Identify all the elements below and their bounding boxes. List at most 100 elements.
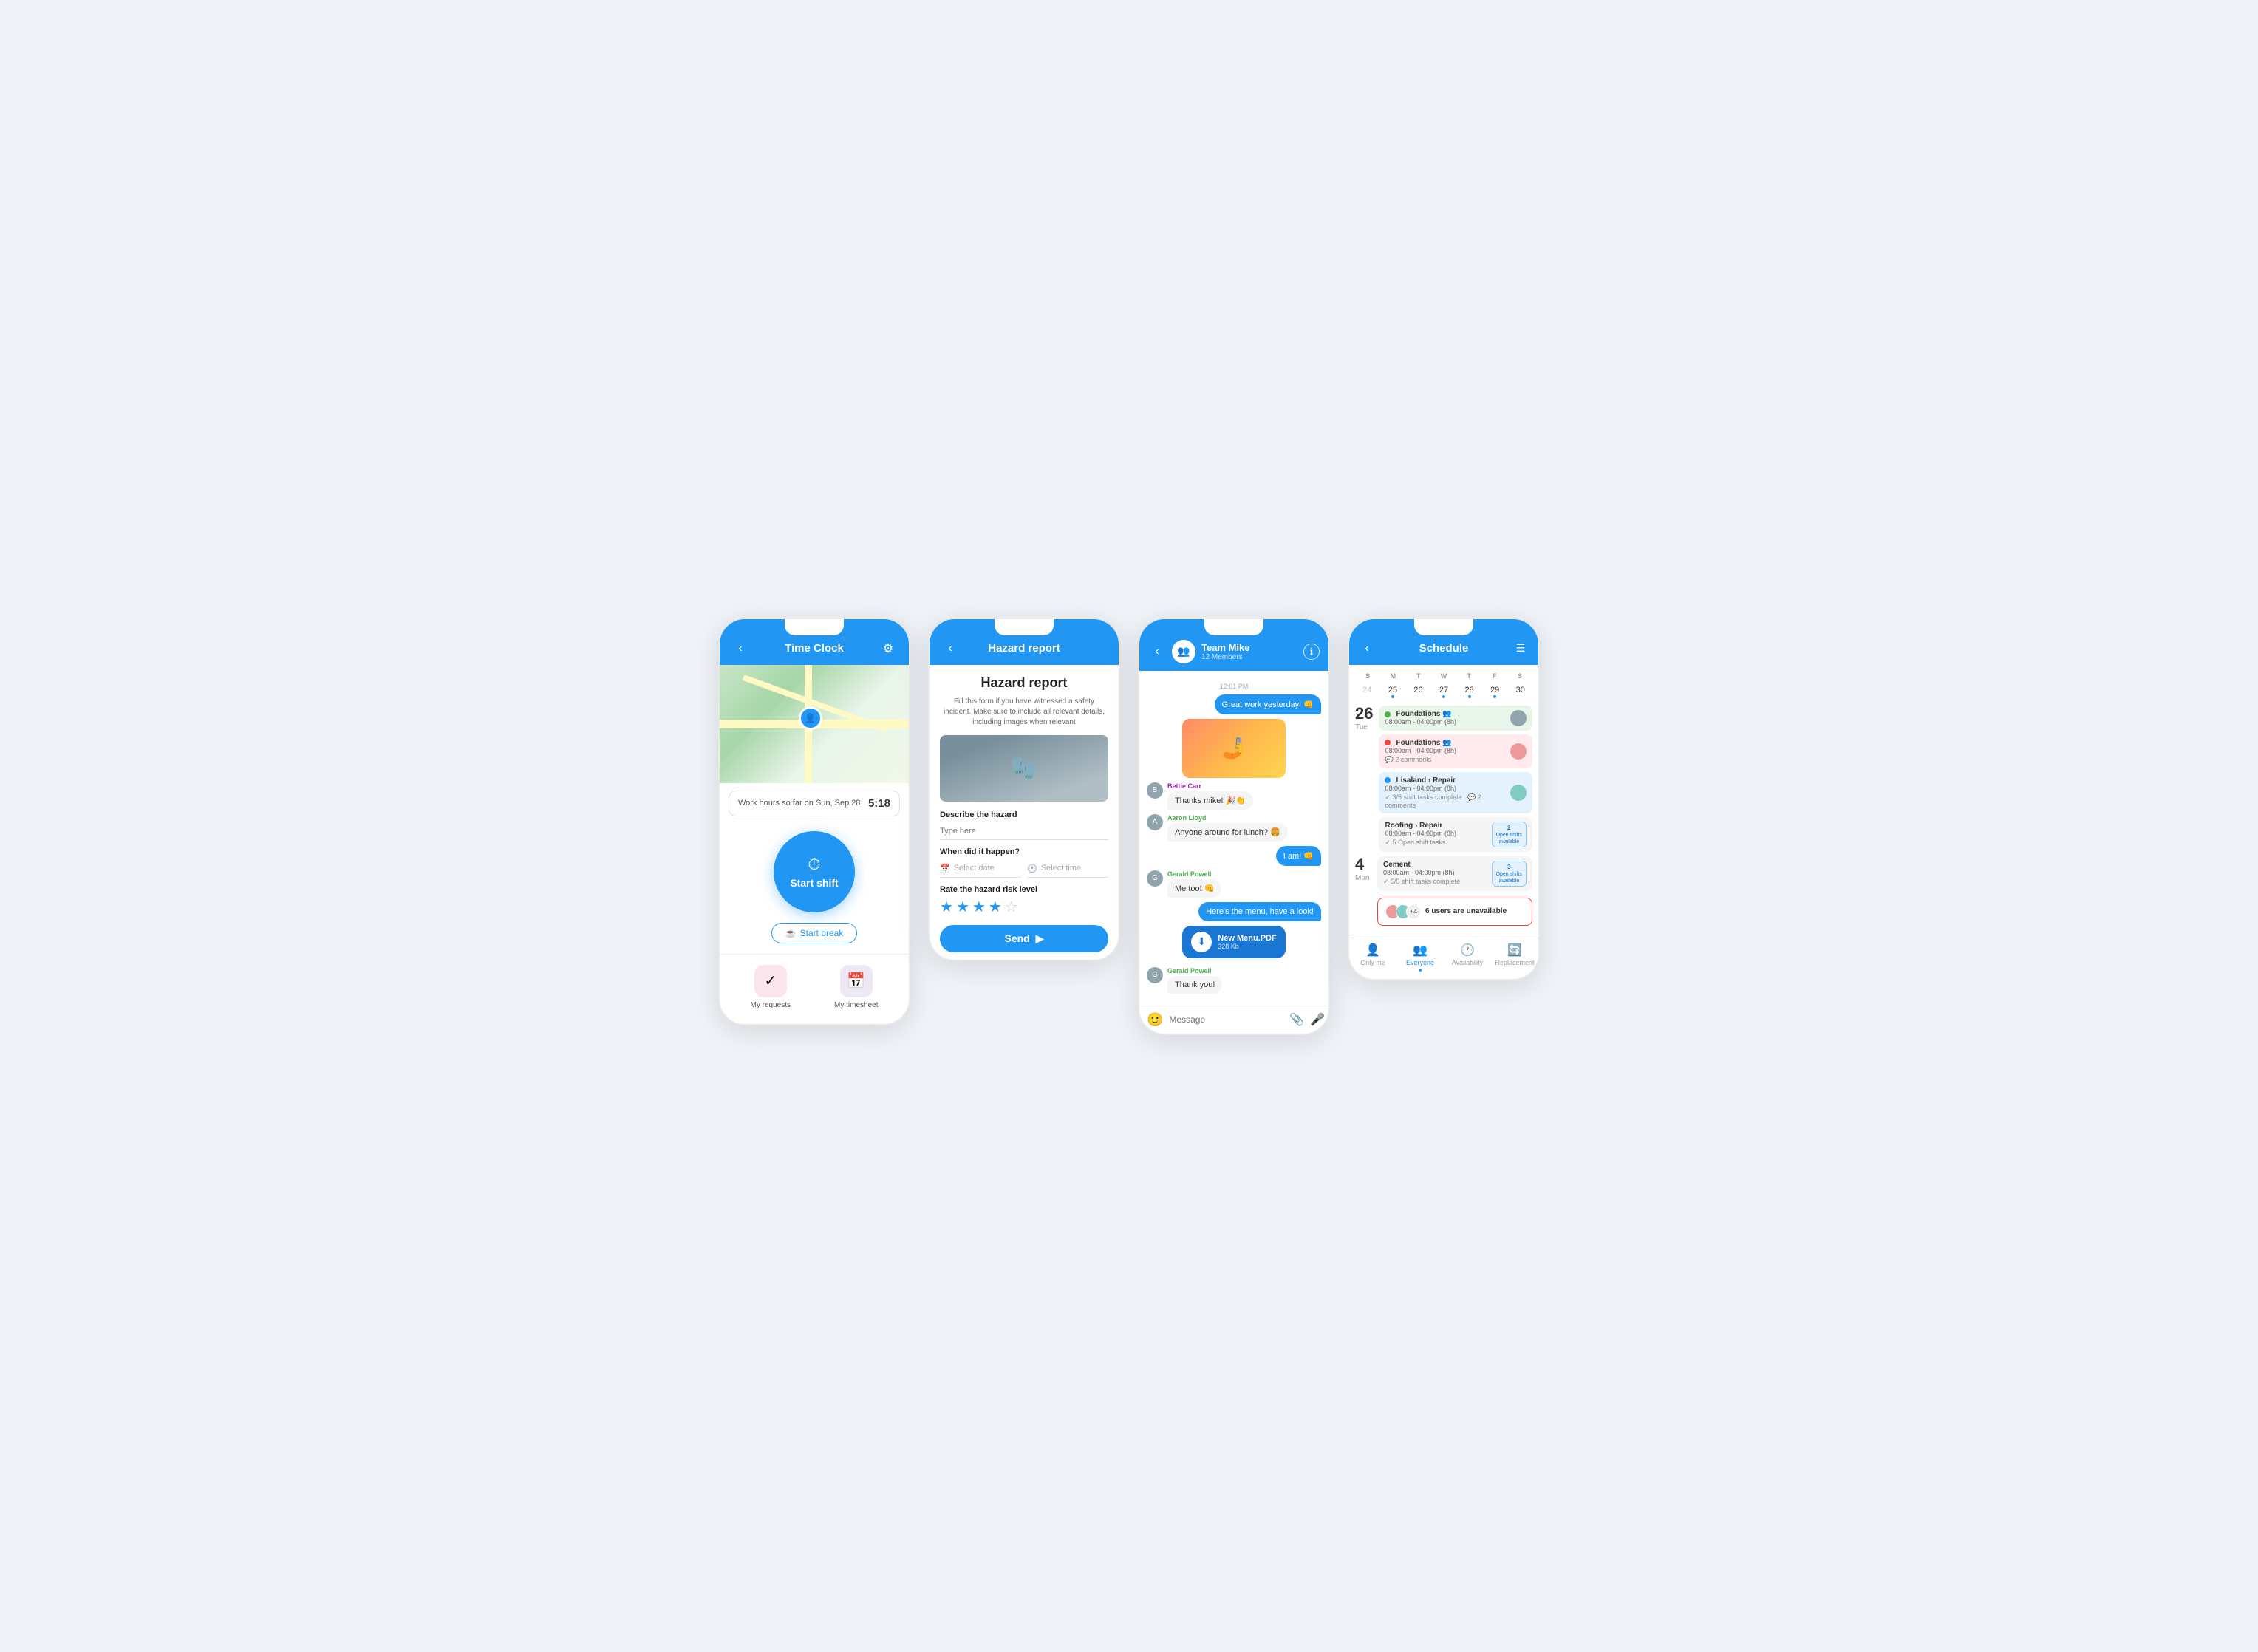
start-shift-label: Start shift (790, 877, 838, 889)
shifts-4: Cement 08:00am - 04:00pm (8h) ✓ 5/5 shif… (1377, 856, 1532, 926)
info-button[interactable]: ℹ (1303, 644, 1320, 660)
back-button[interactable]: ‹ (731, 640, 749, 658)
shift-info-5: Cement 08:00am - 04:00pm (8h) ✓ 5/5 shif… (1383, 861, 1492, 886)
date-day-4: Mon (1355, 874, 1371, 882)
cal-day-26[interactable]: 26 (1406, 683, 1430, 701)
cal-day-27[interactable]: 27 (1432, 683, 1456, 701)
star-5[interactable]: ☆ (1005, 898, 1018, 916)
shift-time-1: 08:00am - 04:00pm (8h) (1385, 718, 1510, 726)
shift-title-3: Lisaland › Repair (1385, 776, 1510, 785)
message-input[interactable] (1169, 1014, 1283, 1025)
date-placeholder: Select date (954, 864, 995, 873)
emoji-icon[interactable]: 🙂 (1147, 1012, 1163, 1028)
file-name: New Menu.PDF (1218, 934, 1276, 943)
time-clock-title: Time Clock (785, 642, 844, 655)
shift-cement[interactable]: Cement 08:00am - 04:00pm (8h) ✓ 5/5 shif… (1377, 856, 1532, 891)
tab-everyone[interactable]: 👥 Everyone (1396, 943, 1444, 972)
aaron-content: Aaron Lloyd Anyone around for lunch? 🍔 (1167, 814, 1288, 842)
availability-icon: 🕐 (1460, 943, 1475, 958)
shift-title-5: Cement (1383, 861, 1492, 869)
shift-foundations-red[interactable]: Foundations 👥 08:00am - 04:00pm (8h) 💬 2… (1379, 734, 1532, 768)
message-aaron: A Aaron Lloyd Anyone around for lunch? 🍔 (1147, 814, 1321, 842)
when-happened-label: When did it happen? (940, 847, 1108, 856)
shift-info-1: Foundations 👥 08:00am - 04:00pm (8h) (1385, 710, 1510, 726)
back-button[interactable]: ‹ (1148, 643, 1166, 661)
cal-dot-27 (1442, 695, 1445, 698)
red-dot-2 (1385, 740, 1391, 745)
date-day-26: Tue (1355, 723, 1373, 731)
shift-info-2: Foundations 👥 08:00am - 04:00pm (8h) 💬 2… (1385, 739, 1510, 764)
notch (1414, 619, 1473, 635)
message-menu: Here's the menu, have a look! (1147, 902, 1321, 921)
cal-day-25[interactable]: 25 (1381, 683, 1405, 701)
calendar-day-numbers: 24 25 26 27 28 29 30 (1355, 683, 1532, 701)
aaron-avatar: A (1147, 814, 1163, 830)
tab-replacement[interactable]: 🔄 Replacement (1491, 943, 1538, 972)
shift-foundations-green[interactable]: Foundations 👥 08:00am - 04:00pm (8h) (1379, 706, 1532, 731)
break-label: Start break (800, 928, 844, 938)
team-members: 12 Members (1201, 653, 1297, 661)
star-rating[interactable]: ★ ★ ★ ★ ☆ (940, 898, 1108, 916)
star-2[interactable]: ★ (956, 898, 969, 916)
replacement-label: Replacement (1495, 959, 1534, 966)
cal-day-29[interactable]: 29 (1483, 683, 1507, 701)
team-photo: 🤳 (1182, 719, 1286, 778)
shift-lisaland[interactable]: Lisaland › Repair 08:00am - 04:00pm (8h)… (1379, 772, 1532, 813)
phone-chat: ‹ 👥 Team Mike 12 Members ℹ 12:01 PM Grea… (1138, 618, 1330, 1035)
replacement-icon: 🔄 (1507, 943, 1522, 958)
tab-only-me[interactable]: 👤 Only me (1349, 943, 1396, 972)
tab-availability[interactable]: 🕐 Availability (1444, 943, 1491, 972)
shift-avatar-1 (1510, 710, 1527, 726)
my-timesheet-item[interactable]: 📅 My timesheet (834, 965, 878, 1009)
file-icon: ⬇ (1191, 932, 1212, 952)
shift-info-4: Roofing › Repair 08:00am - 04:00pm (8h) … (1385, 822, 1491, 847)
back-button[interactable]: ‹ (1358, 640, 1376, 658)
attachment-icon[interactable]: 📎 (1289, 1012, 1304, 1027)
back-button[interactable]: ‹ (941, 640, 959, 658)
cal-day-28[interactable]: 28 (1457, 683, 1481, 701)
shift-tasks-5: ✓ 5/5 shift tasks complete (1383, 878, 1492, 886)
list-icon[interactable]: ☰ (1512, 640, 1529, 658)
shift-time-5: 08:00am - 04:00pm (8h) (1383, 869, 1492, 876)
shift-title-4: Roofing › Repair (1385, 822, 1491, 830)
shift-roofing[interactable]: Roofing › Repair 08:00am - 04:00pm (8h) … (1379, 817, 1532, 852)
date-input[interactable]: 📅 Select date (940, 860, 1021, 878)
time-placeholder: Select time (1041, 864, 1081, 873)
schedule-list: 26 Tue Foundations 👥 08:00am - 04:00pm (… (1349, 706, 1538, 938)
cal-day-30[interactable]: 30 (1508, 683, 1532, 701)
time-input[interactable]: 🕐 Select time (1027, 860, 1108, 878)
start-shift-section: ⏱ Start shift ☕ Start break (720, 824, 909, 954)
message-gerald-thanks: G Gerald Powell Thank you! (1147, 967, 1321, 994)
timesheet-label: My timesheet (834, 1001, 878, 1009)
send-button[interactable]: Send ▶ (940, 925, 1108, 952)
star-3[interactable]: ★ (972, 898, 986, 916)
notch (1204, 619, 1263, 635)
star-1[interactable]: ★ (940, 898, 953, 916)
clock-icon: 🕐 (1027, 864, 1037, 873)
start-shift-button[interactable]: ⏱ Start shift (774, 831, 855, 912)
map-view: 👤 (720, 665, 909, 783)
star-4[interactable]: ★ (989, 898, 1002, 916)
file-bubble[interactable]: ⬇ New Menu.PDF 328 Kb (1182, 926, 1285, 958)
describe-hazard-input[interactable] (940, 823, 1108, 840)
hazard-body: Hazard report Fill this form if you have… (930, 665, 1119, 960)
message-great-work: Great work yesterday! 👊 (1147, 694, 1321, 714)
map-pin: 👤 (799, 706, 822, 730)
shift-title-1: Foundations 👥 (1385, 710, 1510, 718)
day-s2: S (1507, 672, 1532, 680)
send-label: Send (1004, 932, 1029, 944)
notch (785, 619, 844, 635)
gerald2-avatar: G (1147, 967, 1163, 983)
shift-title-2: Foundations 👥 (1385, 739, 1510, 747)
file-size: 328 Kb (1218, 943, 1276, 950)
my-requests-item[interactable]: ✓ My requests (751, 965, 791, 1009)
calendar-days-header: S M T W T F S (1355, 672, 1532, 680)
team-info: Team Mike 12 Members (1201, 642, 1297, 661)
settings-icon[interactable]: ⚙ (879, 640, 897, 658)
cal-dot-28 (1468, 695, 1471, 698)
shifts-26: Foundations 👥 08:00am - 04:00pm (8h) Fou… (1379, 706, 1532, 852)
schedule-section-26: 26 Tue Foundations 👥 08:00am - 04:00pm (… (1355, 706, 1532, 852)
bettie-content: Bettie Carr Thanks mike! 🎉👏 (1167, 782, 1253, 810)
mic-icon[interactable]: 🎤 (1310, 1012, 1325, 1027)
start-break-button[interactable]: ☕ Start break (771, 923, 858, 943)
